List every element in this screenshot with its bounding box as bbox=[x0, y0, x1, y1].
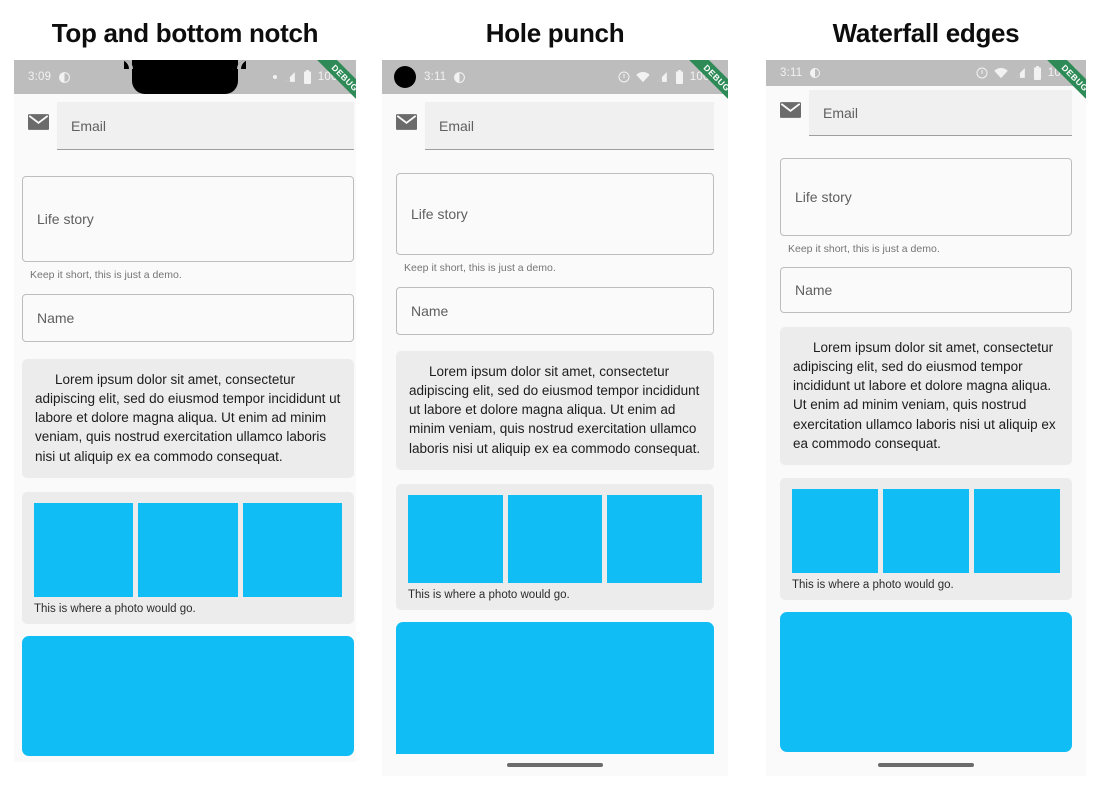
email-row: Email bbox=[14, 94, 356, 150]
battery-percentage: 100% bbox=[317, 71, 348, 83]
photo-caption: This is where a photo would go. bbox=[408, 588, 570, 601]
photo-thumbnail[interactable] bbox=[792, 488, 878, 573]
dot-icon bbox=[272, 74, 278, 80]
lorem-paragraph: Lorem ipsum dolor sit amet, consectetur … bbox=[22, 359, 354, 478]
large-blue-placeholder[interactable] bbox=[780, 611, 1072, 752]
alarm-icon bbox=[976, 67, 988, 79]
photo-card: This is where a photo would go. bbox=[780, 477, 1072, 600]
photo-card: This is where a photo would go. bbox=[396, 483, 714, 610]
battery-icon bbox=[303, 70, 312, 84]
email-row: Email bbox=[766, 86, 1086, 136]
display-notch-top bbox=[124, 60, 246, 94]
status-bar-left: 3:09 bbox=[14, 71, 71, 84]
alarm-icon bbox=[618, 71, 630, 83]
brightness-icon bbox=[58, 71, 71, 84]
photo-thumbnail[interactable] bbox=[883, 488, 969, 573]
life-story-helper-text: Keep it short, this is just a demo. bbox=[788, 243, 940, 255]
panel-waterfall-edges: Waterfall edges 3:11 100% DEBUG Email Li… bbox=[766, 0, 1086, 776]
large-blue-placeholder[interactable] bbox=[22, 635, 354, 756]
signal-icon bbox=[284, 71, 297, 84]
status-time: 3:11 bbox=[424, 71, 447, 83]
life-story-helper-text: Keep it short, this is just a demo. bbox=[30, 269, 182, 281]
life-story-input[interactable]: Life story bbox=[396, 173, 714, 255]
email-row: Email bbox=[382, 94, 728, 150]
hole-punch-camera-cutout bbox=[394, 66, 416, 88]
gesture-home-pill[interactable] bbox=[507, 763, 603, 767]
wifi-icon bbox=[994, 67, 1008, 79]
large-blue-placeholder[interactable] bbox=[396, 621, 714, 770]
signal-icon bbox=[1014, 67, 1027, 80]
lorem-paragraph: Lorem ipsum dolor sit amet, consectetur … bbox=[396, 351, 714, 470]
battery-percentage: 100% bbox=[689, 71, 720, 83]
photo-thumbnail[interactable] bbox=[507, 494, 603, 583]
photo-thumbnail[interactable] bbox=[34, 502, 134, 597]
battery-icon bbox=[675, 70, 684, 84]
status-bar-right: 100% bbox=[272, 70, 356, 84]
status-bar-left: 3:11 bbox=[766, 67, 821, 79]
photo-thumbnail[interactable] bbox=[408, 494, 503, 583]
status-bar-right: 100% bbox=[976, 66, 1086, 80]
device-screen: 3:09 100% DEBUG Email Life story Keep it… bbox=[14, 60, 356, 762]
gesture-navigation-bar[interactable] bbox=[766, 754, 1086, 776]
photo-thumbnail[interactable] bbox=[607, 494, 703, 583]
brightness-icon bbox=[453, 71, 466, 84]
life-story-input[interactable]: Life story bbox=[22, 176, 354, 262]
email-placeholder: Email bbox=[439, 117, 475, 134]
email-placeholder: Email bbox=[823, 104, 859, 121]
device-screen: 3:11 100% DEBUG Email Life story Keep it… bbox=[766, 60, 1086, 776]
mail-icon bbox=[780, 102, 801, 123]
photo-thumbnail[interactable] bbox=[242, 502, 342, 597]
email-input[interactable]: Email bbox=[57, 102, 354, 150]
lorem-paragraph: Lorem ipsum dolor sit amet, consectetur … bbox=[780, 327, 1072, 465]
status-bar: 3:11 100% DEBUG bbox=[382, 60, 728, 113]
status-bar: 3:09 100% DEBUG bbox=[14, 60, 356, 113]
life-story-input[interactable]: Life story bbox=[780, 158, 1072, 236]
gesture-home-pill[interactable] bbox=[878, 763, 974, 767]
status-time: 3:09 bbox=[28, 71, 52, 83]
mail-icon bbox=[396, 114, 417, 135]
photo-thumbnail-row bbox=[792, 488, 1060, 573]
life-story-placeholder: Life story bbox=[37, 211, 94, 227]
battery-percentage: 100% bbox=[1047, 67, 1078, 79]
life-story-placeholder: Life story bbox=[411, 206, 468, 222]
panel-title: Waterfall edges bbox=[832, 18, 1020, 48]
form-content: Email Life story Keep it short, this is … bbox=[766, 86, 1086, 752]
panel-title: Hole punch bbox=[485, 18, 625, 48]
name-placeholder: Name bbox=[795, 282, 833, 298]
name-input[interactable]: Name bbox=[22, 294, 354, 342]
form-content: Email Life story Keep it short, this is … bbox=[382, 94, 728, 770]
battery-icon bbox=[1033, 66, 1042, 80]
photo-caption: This is where a photo would go. bbox=[792, 578, 954, 591]
signal-icon bbox=[656, 71, 669, 84]
status-bar: 3:11 100% DEBUG bbox=[766, 60, 1086, 113]
email-input[interactable]: Email bbox=[809, 90, 1072, 136]
wifi-icon bbox=[636, 71, 650, 83]
status-time: 3:11 bbox=[780, 67, 803, 79]
form-content: Email Life story Keep it short, this is … bbox=[14, 94, 356, 756]
email-input[interactable]: Email bbox=[425, 102, 714, 150]
device-screen: 3:11 100% DEBUG Email Life story Keep it… bbox=[382, 60, 728, 776]
panel-hole-punch: Hole punch 3:11 100% DEBUG Email Life st… bbox=[382, 0, 728, 776]
status-bar-right: 100% bbox=[618, 70, 728, 84]
name-placeholder: Name bbox=[37, 310, 75, 326]
device-mockup-board: Top and bottom notch 3:09 100% DEBUG Ema… bbox=[0, 0, 1100, 794]
name-placeholder: Name bbox=[411, 303, 449, 319]
gesture-navigation-bar[interactable] bbox=[382, 754, 728, 776]
photo-thumbnail-row bbox=[34, 502, 342, 597]
life-story-placeholder: Life story bbox=[795, 189, 852, 205]
photo-thumbnail[interactable] bbox=[974, 488, 1060, 573]
name-input[interactable]: Name bbox=[780, 267, 1072, 313]
name-input[interactable]: Name bbox=[396, 287, 714, 335]
photo-thumbnail[interactable] bbox=[138, 502, 238, 597]
mail-icon bbox=[28, 114, 49, 135]
brightness-icon bbox=[809, 67, 821, 79]
panel-top-and-bottom-notch: Top and bottom notch 3:09 100% DEBUG Ema… bbox=[14, 0, 356, 762]
email-placeholder: Email bbox=[71, 117, 107, 134]
photo-card: This is where a photo would go. bbox=[22, 491, 354, 624]
life-story-helper-text: Keep it short, this is just a demo. bbox=[404, 262, 556, 274]
panel-title: Top and bottom notch bbox=[51, 18, 319, 48]
photo-caption: This is where a photo would go. bbox=[34, 602, 196, 615]
photo-thumbnail-row bbox=[408, 494, 703, 583]
